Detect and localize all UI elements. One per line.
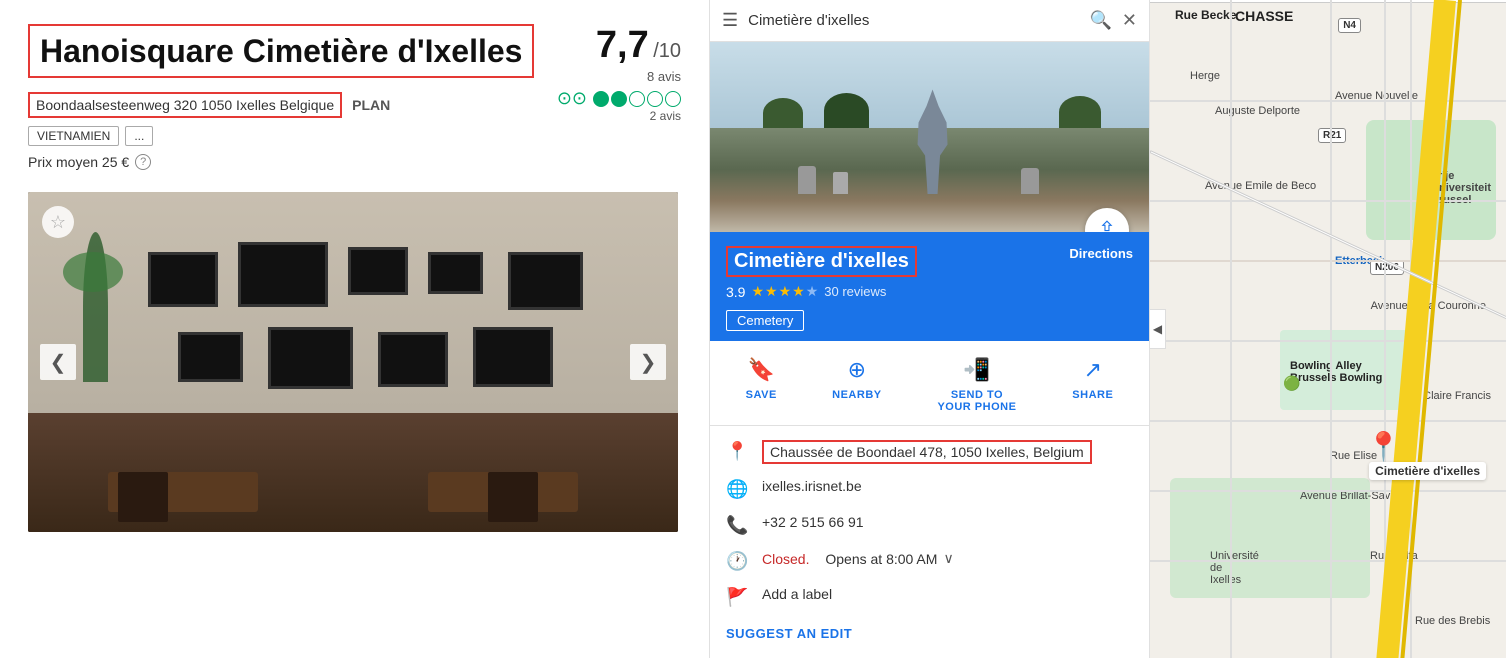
location-pin-icon: 📍 — [726, 441, 748, 462]
direction-arrow-icon: ⇪ — [1098, 217, 1116, 232]
plan-link[interactable]: PLAN — [352, 97, 390, 113]
website-row: 🌐 ixelles.irisnet.be — [726, 478, 1133, 500]
closed-status: Closed. — [762, 551, 809, 567]
help-icon[interactable]: ? — [135, 154, 151, 170]
map-background: Rue Becke CHASSE N4 Herge Auguste Delpor… — [1150, 0, 1506, 658]
nearby-label: NEARBY — [832, 389, 881, 401]
flag-icon: 🚩 — [726, 587, 748, 608]
map-badge-r21: R21 — [1318, 128, 1346, 143]
phone-row: 📞 +32 2 515 66 91 — [726, 514, 1133, 536]
share-label: SHARE — [1072, 389, 1113, 401]
gallery-prev-button[interactable]: ❮ — [40, 344, 76, 380]
map-label-chasse: CHASSE — [1235, 8, 1293, 24]
share-action[interactable]: ↗ SHARE — [1072, 357, 1113, 413]
map-pin-label: Cimetière d'ixelles — [1369, 462, 1486, 480]
phone-detail[interactable]: +32 2 515 66 91 — [762, 514, 864, 530]
score-denom: /10 — [653, 40, 681, 62]
map-label-auguste: Auguste Delporte — [1215, 105, 1300, 117]
tripadvisor-logo: ⊙⊙ — [557, 88, 587, 109]
place-details: 📍 Chaussée de Boondael 478, 1050 Ixelles… — [710, 426, 1149, 658]
category-tag: Cemetery — [726, 310, 804, 331]
bubble-4 — [647, 91, 663, 107]
gallery: ☆ ❮ ❯ — [28, 192, 678, 532]
chevron-down-icon[interactable]: ∨ — [943, 550, 953, 567]
next-arrow-icon: ❯ — [640, 350, 657, 375]
label-row: 🚩 Add a label — [726, 586, 1133, 608]
title-box: Hanoisquare Cimetière d'Ixelles — [28, 24, 534, 78]
add-label[interactable]: Add a label — [762, 586, 832, 602]
nearby-icon: ⊕ — [848, 357, 866, 383]
place-info-block: Cimetière d'ixelles 3.9 ★ ★ ★ ★ ★ 30 rev… — [710, 232, 1149, 310]
directions-label[interactable]: Directions — [1069, 246, 1133, 261]
star-2: ★ — [765, 283, 778, 300]
gallery-next-button[interactable]: ❯ — [630, 344, 666, 380]
map-pin: 📍 — [1366, 430, 1401, 463]
star-4: ★ — [792, 283, 805, 300]
star-rating: ★ ★ ★ ★ ★ — [751, 283, 818, 300]
reviews-count: 30 reviews — [824, 284, 886, 299]
save-action[interactable]: 🔖 SAVE — [746, 357, 777, 413]
star-icon: ☆ — [50, 212, 66, 233]
bowling-icon: 🟢 — [1283, 375, 1300, 392]
phone-icon: 📞 — [726, 515, 748, 536]
map-container[interactable]: Rue Becke CHASSE N4 Herge Auguste Delpor… — [1150, 0, 1506, 658]
gm-header: ☰ 🔍 ✕ — [710, 0, 1149, 42]
left-panel: Hanoisquare Cimetière d'Ixelles Boondaal… — [0, 0, 710, 658]
ta-avis-count: 2 avis — [557, 109, 681, 123]
map-label-herge: Herge — [1190, 70, 1220, 82]
address-row: 📍 Chaussée de Boondael 478, 1050 Ixelles… — [726, 440, 1133, 464]
google-maps-panel: ☰ 🔍 ✕ ⇪ Cimetière d'ixelles 3.9 — [710, 0, 1150, 658]
suggest-edit-button[interactable]: SUGGEST AN EDIT — [726, 622, 1133, 645]
restaurant-title: Hanoisquare Cimetière d'Ixelles — [40, 32, 522, 70]
map-label-bowling: Bowling AlleyBrussels Bowling — [1290, 360, 1382, 384]
actions-bar: 🔖 SAVE ⊕ NEARBY 📲 SEND TO YOUR PHONE ↗ S… — [710, 341, 1149, 426]
map-badge-n4: N4 — [1338, 18, 1361, 33]
star-1: ★ — [751, 283, 764, 300]
close-icon[interactable]: ✕ — [1122, 10, 1137, 31]
globe-icon: 🌐 — [726, 479, 748, 500]
share-icon: ↗ — [1084, 357, 1102, 383]
website-detail[interactable]: ixelles.irisnet.be — [762, 478, 862, 494]
nearby-action[interactable]: ⊕ NEARBY — [832, 357, 881, 413]
address-box: Boondaalsesteenweg 320 1050 Ixelles Belg… — [28, 92, 342, 118]
star-5: ★ — [806, 283, 819, 300]
bubble-2 — [611, 91, 627, 107]
score-value: 7,7 — [596, 24, 649, 66]
map-label-rue-becke: Rue Becke — [1175, 8, 1236, 22]
map-panel: Rue Becke CHASSE N4 Herge Auguste Delpor… — [1150, 0, 1506, 658]
place-photo: ⇪ — [710, 42, 1149, 232]
tag-more[interactable]: ... — [125, 126, 153, 146]
save-label: SAVE — [746, 389, 777, 401]
map-collapse-button[interactable]: ◀ — [1150, 309, 1166, 349]
opens-time: Opens at 8:00 AM — [825, 551, 937, 567]
menu-icon[interactable]: ☰ — [722, 10, 738, 31]
bubble-row — [593, 91, 681, 107]
category-row: Cemetery — [710, 310, 1149, 341]
map-label-universite: UniversitédeIxelles — [1210, 550, 1259, 586]
clock-icon: 🕐 — [726, 551, 748, 572]
rating-number: 3.9 — [726, 284, 745, 300]
address-detail: Chaussée de Boondael 478, 1050 Ixelles, … — [762, 440, 1092, 464]
hours-detail: Closed. Opens at 8:00 AM ∨ — [762, 550, 954, 567]
save-icon: 🔖 — [748, 357, 775, 383]
send-to-phone-label: SEND TO YOUR PHONE — [937, 389, 1017, 413]
avis-count: 8 avis — [557, 69, 681, 84]
bubble-5 — [665, 91, 681, 107]
place-name: Cimetière d'ixelles — [726, 246, 917, 277]
prev-arrow-icon: ❮ — [50, 350, 67, 375]
send-to-phone-icon: 📲 — [963, 357, 990, 383]
hours-row: 🕐 Closed. Opens at 8:00 AM ∨ — [726, 550, 1133, 572]
search-input[interactable] — [748, 12, 1079, 29]
send-to-phone-action[interactable]: 📲 SEND TO YOUR PHONE — [937, 357, 1017, 413]
tag-vietnamien[interactable]: VIETNAMIEN — [28, 126, 119, 146]
map-label-rue-brebis: Rue des Brebis — [1415, 615, 1490, 627]
bubble-1 — [593, 91, 609, 107]
star-3: ★ — [779, 283, 792, 300]
prix-label: Prix moyen 25 € — [28, 154, 129, 170]
bubble-3 — [629, 91, 645, 107]
search-icon[interactable]: 🔍 — [1089, 10, 1111, 31]
collapse-arrow-icon: ◀ — [1153, 322, 1162, 336]
